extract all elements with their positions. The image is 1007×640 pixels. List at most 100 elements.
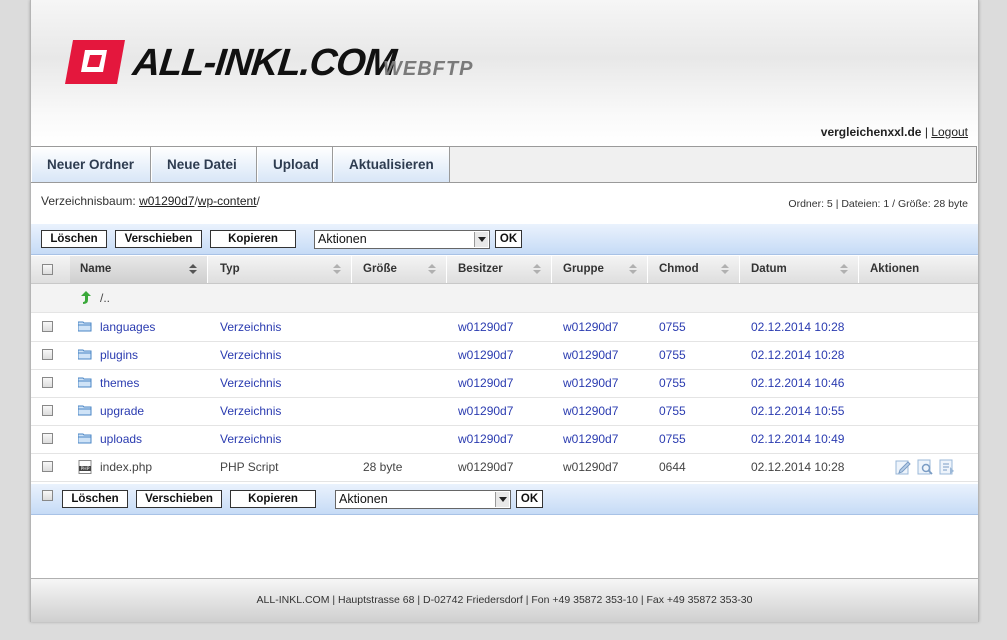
toolbar-filler bbox=[450, 147, 976, 182]
parent-dir-link[interactable]: /.. bbox=[100, 284, 110, 312]
column-date[interactable]: Datum bbox=[741, 256, 859, 283]
move-button[interactable]: Verschieben bbox=[115, 230, 202, 248]
select-all-checkbox-bottom[interactable] bbox=[42, 490, 53, 501]
properties-icon[interactable] bbox=[939, 459, 955, 475]
file-chmod[interactable]: 0755 bbox=[659, 425, 686, 453]
file-name[interactable]: uploads bbox=[100, 425, 142, 453]
file-name[interactable]: languages bbox=[100, 313, 155, 341]
table-row[interactable]: upgrade Verzeichnis w01290d7 w01290d7 0755 02… bbox=[31, 397, 978, 426]
column-type[interactable]: Typ bbox=[210, 256, 352, 283]
row-checkbox[interactable] bbox=[42, 349, 53, 360]
table-row[interactable]: uploads Verzeichnis w01290d7 w01290d7 0755 02… bbox=[31, 425, 978, 454]
select-all-checkbox[interactable] bbox=[42, 264, 53, 275]
row-checkbox[interactable] bbox=[42, 433, 53, 444]
action-bar-top: Löschen Verschieben Kopieren Aktionen OK bbox=[31, 224, 978, 255]
breadcrumb-separator: / bbox=[256, 194, 260, 208]
action-bar-bottom: Löschen Verschieben Kopieren Aktionen OK bbox=[31, 484, 978, 515]
file-owner[interactable]: w01290d7 bbox=[458, 397, 513, 425]
file-date[interactable]: 02.12.2014 10:49 bbox=[751, 425, 844, 453]
breadcrumb-label: Verzeichnisbaum: bbox=[41, 194, 136, 208]
view-icon[interactable] bbox=[917, 459, 933, 475]
column-group[interactable]: Gruppe bbox=[553, 256, 648, 283]
sort-icon bbox=[333, 264, 341, 275]
file-date[interactable]: 02.12.2014 10:28 bbox=[751, 313, 844, 341]
file-group[interactable]: w01290d7 bbox=[563, 369, 618, 397]
refresh-button[interactable]: Aktualisieren bbox=[333, 147, 450, 182]
up-arrow-icon bbox=[81, 291, 91, 304]
file-name[interactable]: upgrade bbox=[100, 397, 144, 425]
column-owner-label: Besitzer bbox=[458, 263, 503, 275]
logout-link[interactable]: Logout bbox=[931, 125, 968, 139]
table-row[interactable]: PHP index.php PHP Script 28 byte w01290d7 w01… bbox=[31, 453, 978, 482]
table-row[interactable]: plugins Verzeichnis w01290d7 w01290d7 0755 02… bbox=[31, 341, 978, 370]
file-name[interactable]: index.php bbox=[100, 453, 152, 481]
file-chmod[interactable]: 0755 bbox=[659, 397, 686, 425]
file-date[interactable]: 02.12.2014 10:28 bbox=[751, 341, 844, 369]
row-checkbox[interactable] bbox=[42, 461, 53, 472]
table-row[interactable]: languages Verzeichnis w01290d7 w01290d7 0755… bbox=[31, 313, 978, 342]
file-date[interactable]: 02.12.2014 10:55 bbox=[751, 397, 844, 425]
ok-button[interactable]: OK bbox=[495, 230, 522, 248]
row-checkbox[interactable] bbox=[42, 321, 53, 332]
column-name-label: Name bbox=[80, 263, 112, 275]
file-chmod[interactable]: 0755 bbox=[659, 369, 686, 397]
column-chmod[interactable]: Chmod bbox=[649, 256, 740, 283]
folder-icon bbox=[78, 377, 92, 388]
actions-select[interactable]: Aktionen bbox=[314, 230, 490, 249]
user-separator: | bbox=[924, 125, 928, 139]
breadcrumb-wp-content[interactable]: wp-content bbox=[198, 194, 257, 208]
webftp-window: ALL-INKL.COM WEBFTP vergleichenxxl.de | … bbox=[30, 0, 979, 622]
file-chmod[interactable]: 0755 bbox=[659, 313, 686, 341]
chevron-down-icon bbox=[495, 492, 509, 507]
column-date-label: Datum bbox=[751, 263, 787, 275]
file-type: Verzeichnis bbox=[220, 348, 282, 362]
row-checkbox[interactable] bbox=[42, 405, 53, 416]
breadcrumb: Verzeichnisbaum: w01290d7/wp-content/ bbox=[41, 194, 260, 208]
footer: ALL-INKL.COM | Hauptstrasse 68 | D-02742… bbox=[31, 578, 978, 622]
sort-icon bbox=[189, 264, 197, 275]
folder-icon bbox=[78, 321, 92, 332]
file-group[interactable]: w01290d7 bbox=[563, 425, 618, 453]
file-name[interactable]: plugins bbox=[100, 341, 138, 369]
column-size[interactable]: Größe bbox=[353, 256, 447, 283]
move-button-bottom[interactable]: Verschieben bbox=[136, 490, 222, 508]
file-date[interactable]: 02.12.2014 10:46 bbox=[751, 369, 844, 397]
table-row[interactable]: themes Verzeichnis w01290d7 w01290d7 0755 02.… bbox=[31, 369, 978, 398]
file-size: 28 byte bbox=[363, 460, 403, 474]
file-group[interactable]: w01290d7 bbox=[563, 313, 618, 341]
parent-dir-row[interactable]: /.. bbox=[31, 284, 978, 313]
sort-icon bbox=[533, 264, 541, 275]
copy-button-bottom[interactable]: Kopieren bbox=[230, 490, 316, 508]
file-name[interactable]: themes bbox=[100, 369, 139, 397]
breadcrumb-root[interactable]: w01290d7 bbox=[139, 194, 194, 208]
file-owner[interactable]: w01290d7 bbox=[458, 369, 513, 397]
column-name[interactable]: Name bbox=[70, 256, 208, 283]
logo-subtitle: WEBFTP bbox=[383, 58, 474, 80]
row-checkbox[interactable] bbox=[42, 377, 53, 388]
edit-icon[interactable] bbox=[895, 459, 911, 475]
file-chmod[interactable]: 0755 bbox=[659, 341, 686, 369]
ok-button-bottom[interactable]: OK bbox=[516, 490, 543, 508]
column-type-label: Typ bbox=[220, 263, 240, 275]
header: ALL-INKL.COM WEBFTP vergleichenxxl.de | … bbox=[31, 0, 978, 146]
delete-button-bottom[interactable]: Löschen bbox=[62, 490, 128, 508]
new-file-button[interactable]: Neue Datei bbox=[151, 147, 257, 182]
file-owner[interactable]: w01290d7 bbox=[458, 313, 513, 341]
copy-button[interactable]: Kopieren bbox=[210, 230, 296, 248]
column-owner[interactable]: Besitzer bbox=[448, 256, 552, 283]
file-owner[interactable]: w01290d7 bbox=[458, 425, 513, 453]
file-chmod: 0644 bbox=[659, 460, 686, 474]
actions-select-bottom[interactable]: Aktionen bbox=[335, 490, 511, 509]
upload-button[interactable]: Upload bbox=[257, 147, 333, 182]
file-owner[interactable]: w01290d7 bbox=[458, 341, 513, 369]
delete-button[interactable]: Löschen bbox=[41, 230, 107, 248]
folder-icon bbox=[78, 349, 92, 360]
file-group[interactable]: w01290d7 bbox=[563, 397, 618, 425]
main-toolbar: Neuer Ordner Neue Datei Upload Aktualisi… bbox=[31, 146, 977, 183]
file-group[interactable]: w01290d7 bbox=[563, 341, 618, 369]
new-folder-button[interactable]: Neuer Ordner bbox=[31, 147, 151, 182]
column-chmod-label: Chmod bbox=[659, 263, 699, 275]
sort-icon bbox=[840, 264, 848, 275]
folder-icon bbox=[78, 405, 92, 416]
file-type: Verzeichnis bbox=[220, 404, 282, 418]
